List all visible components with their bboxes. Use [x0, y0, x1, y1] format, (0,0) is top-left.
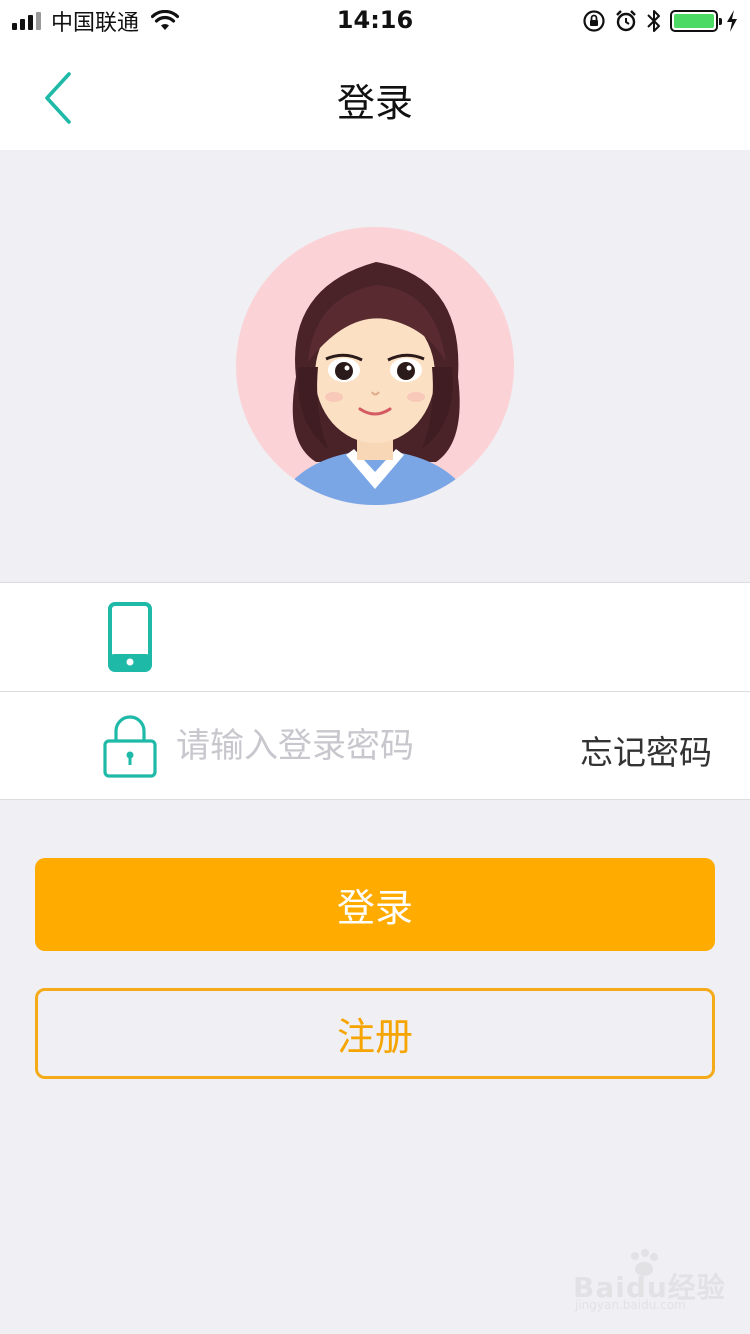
register-button[interactable]: 注册	[35, 988, 715, 1079]
female-cartoon-avatar-icon	[276, 262, 474, 505]
avatar	[236, 227, 514, 505]
battery-icon	[670, 10, 722, 32]
password-row: 忘记密码	[0, 691, 750, 799]
forgot-password-link[interactable]: 忘记密码	[580, 726, 712, 774]
login-form: 忘记密码	[0, 582, 750, 800]
status-bar: 中国联通 14:16	[0, 0, 750, 42]
mobile-phone-icon	[102, 601, 158, 673]
phone-row	[0, 583, 750, 691]
page-title: 登录	[336, 81, 413, 125]
navigation-bar: 登录	[0, 42, 750, 150]
bluetooth-icon	[647, 10, 660, 32]
lock-icon	[102, 710, 158, 782]
password-input[interactable]	[176, 720, 546, 772]
alarm-icon	[616, 10, 636, 32]
login-button[interactable]: 登录	[35, 858, 715, 951]
phone-input[interactable]	[176, 611, 546, 663]
battery-level	[674, 14, 714, 28]
status-bar-right	[582, 8, 738, 34]
baidu-jingyan-watermark: Baidu经验 jingyan.baidu.com	[573, 1248, 733, 1318]
watermark-subtext: jingyan.baidu.com	[575, 1298, 686, 1312]
charging-bolt-icon	[727, 10, 737, 32]
orientation-lock-icon	[583, 10, 605, 32]
